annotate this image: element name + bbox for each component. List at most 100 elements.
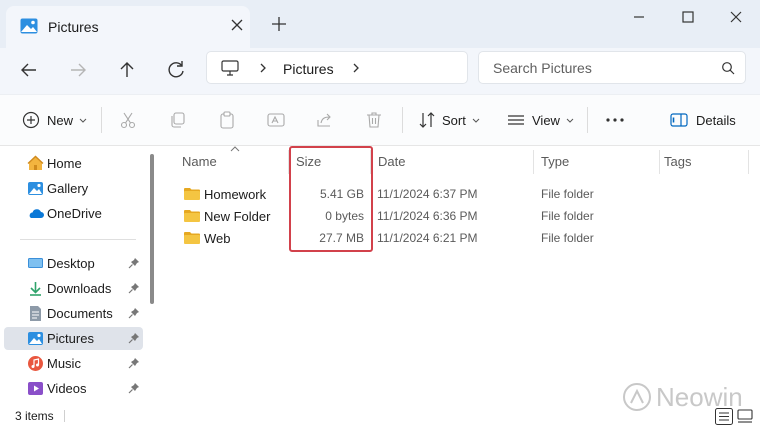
address-bar[interactable]: Pictures (206, 51, 468, 84)
table-row[interactable]: Homework 5.41 GB 11/1/2024 6:37 PM File … (180, 183, 760, 205)
onedrive-icon (29, 209, 44, 218)
file-date: 11/1/2024 6:21 PM (377, 231, 478, 245)
this-pc-icon (221, 60, 239, 76)
table-row[interactable]: New Folder 0 bytes 11/1/2024 6:36 PM Fil… (180, 205, 760, 227)
add-tab-icon[interactable] (269, 14, 289, 34)
cut-icon (120, 112, 136, 129)
downloads-icon (30, 282, 41, 296)
sidebar-item-label: Pictures (47, 331, 94, 346)
back-icon[interactable] (15, 56, 43, 84)
column-header-name[interactable]: Name (182, 154, 217, 169)
search-input[interactable] (493, 59, 713, 77)
details-pane-button[interactable]: Details (670, 107, 736, 133)
sidebar-item-home[interactable]: Home (4, 152, 143, 175)
sidebar-item-downloads[interactable]: Downloads (4, 277, 143, 300)
toolbar-divider (587, 107, 588, 133)
sidebar-item-pictures[interactable]: Pictures (4, 327, 143, 350)
search-icon (722, 62, 735, 75)
sort-label: Sort (442, 112, 466, 128)
share-button[interactable] (316, 107, 334, 133)
maximize-icon[interactable] (671, 6, 705, 28)
tab-pictures[interactable]: Pictures (6, 6, 250, 48)
music-icon (28, 356, 43, 371)
up-icon[interactable] (113, 56, 141, 84)
toolbar-divider (101, 107, 102, 133)
cut-button[interactable] (119, 107, 137, 133)
status-divider (64, 410, 65, 422)
column-header-date[interactable]: Date (378, 154, 405, 169)
column-divider[interactable] (533, 150, 534, 174)
forward-icon[interactable] (64, 56, 92, 84)
sidebar-item-label: OneDrive (47, 206, 102, 221)
view-list-icon (508, 115, 524, 125)
delete-button[interactable] (365, 107, 383, 133)
close-tab-icon[interactable] (228, 16, 246, 34)
pictures-icon (28, 332, 43, 345)
chevron-down-icon (566, 118, 574, 123)
new-label: New (47, 112, 74, 128)
column-header-tags[interactable]: Tags (664, 154, 691, 169)
sidebar-item-music[interactable]: Music (4, 352, 143, 375)
folder-icon (184, 188, 200, 200)
chevron-down-icon (472, 118, 480, 123)
file-type: File folder (541, 209, 594, 223)
table-row[interactable]: Web 27.7 MB 11/1/2024 6:21 PM File folde… (180, 227, 760, 249)
file-name: Homework (204, 187, 267, 202)
refresh-icon[interactable] (162, 56, 190, 84)
trash-icon (367, 112, 381, 128)
minimize-icon[interactable] (622, 6, 656, 28)
more-icon (606, 118, 624, 122)
pin-icon[interactable] (128, 382, 140, 394)
sidebar-item-gallery[interactable]: Gallery (4, 177, 143, 200)
pin-icon[interactable] (128, 282, 140, 294)
file-list: Name Size Date Type Tags Homework 5.41 G… (160, 146, 760, 404)
paste-button[interactable] (218, 107, 236, 133)
sidebar-item-onedrive[interactable]: OneDrive (4, 202, 143, 225)
sort-button[interactable]: Sort (418, 107, 481, 133)
new-button[interactable]: New (22, 107, 88, 133)
view-button[interactable]: View (507, 107, 575, 133)
paste-icon (220, 111, 234, 129)
file-name: New Folder (204, 209, 271, 224)
view-label: View (532, 112, 560, 128)
sort-icon (419, 112, 435, 128)
pin-icon[interactable] (128, 257, 140, 269)
item-count: 3 items (15, 409, 54, 423)
navigation-pane: Home Gallery OneDrive Desktop Downloads (0, 146, 160, 404)
pin-icon[interactable] (128, 307, 140, 319)
column-divider[interactable] (748, 150, 749, 174)
sidebar-item-documents[interactable]: Documents (4, 302, 143, 325)
sidebar-scrollbar[interactable] (150, 154, 154, 304)
file-name: Web (204, 231, 231, 246)
column-divider[interactable] (659, 150, 660, 174)
sidebar-item-videos[interactable]: Videos (4, 377, 143, 400)
chevron-right-icon[interactable] (257, 62, 269, 74)
title-bar: Pictures (0, 0, 760, 48)
folder-icon (184, 232, 200, 244)
size-column-highlight (289, 146, 373, 252)
sort-ascending-icon (230, 146, 240, 152)
search-box[interactable] (478, 51, 746, 84)
details-label: Details (696, 112, 736, 128)
gallery-icon (28, 182, 43, 195)
tab-title: Pictures (48, 19, 99, 35)
documents-icon (30, 306, 41, 321)
folder-icon (184, 210, 200, 222)
details-pane-icon (670, 113, 688, 127)
sidebar-item-label: Desktop (47, 256, 95, 271)
column-header-type[interactable]: Type (541, 154, 569, 169)
breadcrumb-pictures[interactable]: Pictures (283, 61, 334, 77)
sidebar-item-label: Home (47, 156, 82, 171)
watermark-text: Neowin (656, 382, 743, 412)
file-type: File folder (541, 231, 594, 245)
chevron-right-icon[interactable] (350, 62, 362, 74)
copy-button[interactable] (169, 107, 187, 133)
chevron-down-icon (79, 118, 87, 123)
rename-button[interactable] (267, 107, 285, 133)
sidebar-item-desktop[interactable]: Desktop (4, 252, 143, 275)
pin-icon[interactable] (128, 332, 140, 344)
more-options-button[interactable] (605, 107, 625, 133)
close-icon[interactable] (719, 6, 753, 28)
pin-icon[interactable] (128, 357, 140, 369)
sidebar-item-label: Documents (47, 306, 113, 321)
